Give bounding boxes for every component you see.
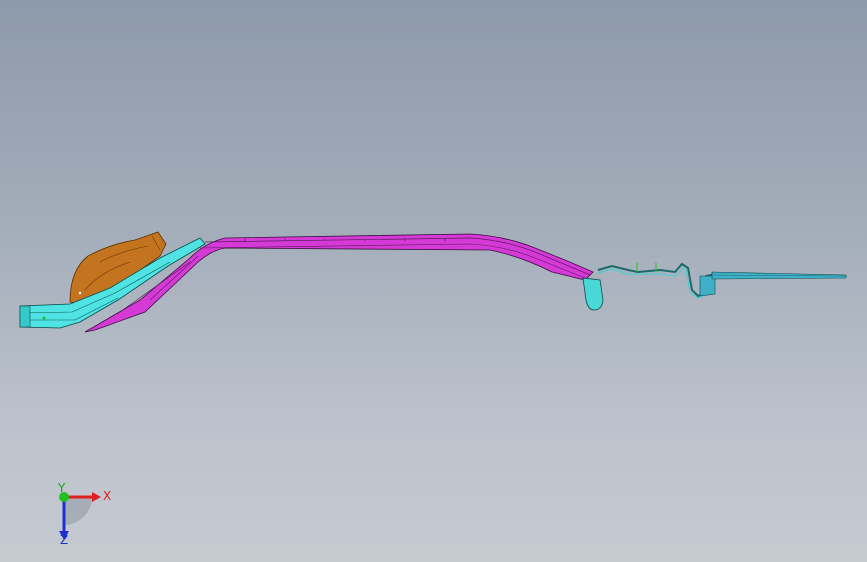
rear-bracket-part[interactable] bbox=[582, 262, 716, 311]
orientation-triad[interactable]: X Y Z bbox=[40, 476, 120, 547]
x-arrowhead-icon bbox=[92, 492, 101, 502]
rear-flange-part[interactable] bbox=[711, 271, 847, 280]
y-axis-label: Y bbox=[57, 481, 66, 495]
cad-model[interactable] bbox=[0, 0, 867, 562]
triad-shadow-quadrant bbox=[64, 497, 92, 525]
z-axis-label: Z bbox=[60, 533, 68, 546]
graphics-viewport[interactable]: X Y Z bbox=[0, 0, 867, 562]
x-axis-label: X bbox=[103, 489, 111, 503]
